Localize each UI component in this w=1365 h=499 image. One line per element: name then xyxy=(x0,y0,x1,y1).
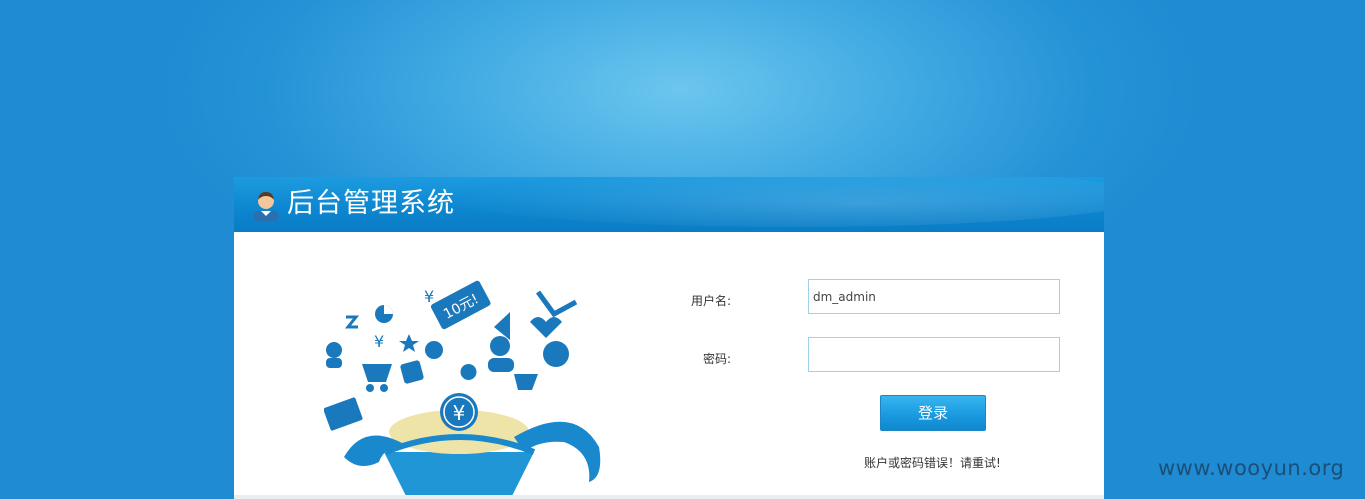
header-swoosh-decoration xyxy=(444,177,1104,227)
money-bag-icon xyxy=(543,341,569,367)
check-mark-icon xyxy=(535,290,578,318)
heart-icon xyxy=(530,317,562,338)
page-title: 后台管理系统 xyxy=(287,188,455,219)
watermark: www.wooyun.org xyxy=(1158,456,1345,480)
user-group-icon xyxy=(490,336,510,356)
cart-small-icon xyxy=(514,374,538,390)
login-button[interactable]: 登录 xyxy=(880,395,986,431)
yuan-symbol-small-icon: ¥ xyxy=(374,332,384,351)
login-panel: 后台管理系统 ¥ 10元! ¥ ¥ 用户名: dm_admin 密码: 登录 账… xyxy=(234,177,1104,499)
person-icon xyxy=(326,342,342,358)
username-label: 用户名: xyxy=(691,294,732,308)
bottom-strip xyxy=(234,495,1104,499)
zigzag-icon xyxy=(344,315,360,329)
t-box-icon xyxy=(400,360,424,384)
monitor-icon xyxy=(324,397,363,431)
megaphone-icon xyxy=(494,312,510,340)
user-avatar-icon xyxy=(253,192,279,221)
panel-header: 后台管理系统 xyxy=(234,177,1104,232)
coupon-tag-icon: 10元! xyxy=(430,280,491,330)
password-input[interactable] xyxy=(808,337,1060,372)
shopping-cart-icon xyxy=(362,364,392,382)
username-input[interactable] xyxy=(808,279,1060,314)
yuan-symbol-icon: ¥ xyxy=(424,287,434,306)
gear-icon xyxy=(460,364,477,380)
password-label: 密码: xyxy=(703,352,732,366)
yuan-coin-icon: ¥ xyxy=(440,393,478,431)
promo-illustration: ¥ 10元! ¥ ¥ xyxy=(324,280,601,499)
star-icon xyxy=(399,334,419,352)
trend-circle-icon xyxy=(425,341,443,359)
svg-text:¥: ¥ xyxy=(453,401,466,425)
error-message: 账户或密码错误！请重试! xyxy=(864,456,1001,470)
